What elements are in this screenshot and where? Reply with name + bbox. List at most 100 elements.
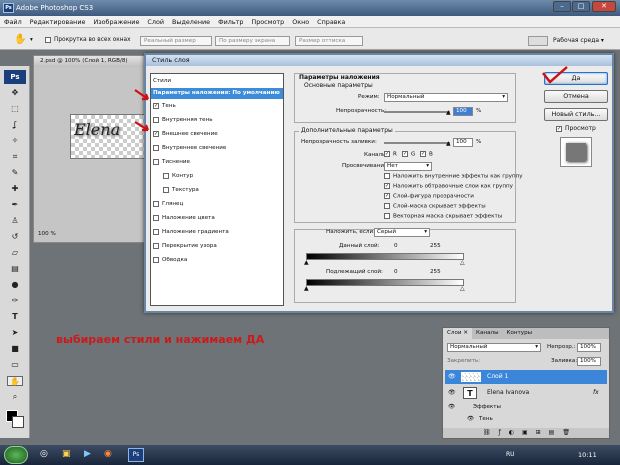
background-color-swatch[interactable] bbox=[12, 416, 24, 428]
tool-preset-arrow-icon[interactable]: ▾ bbox=[30, 37, 33, 43]
style-outer-glow[interactable]: ✓ Внешнее свечение bbox=[153, 129, 281, 140]
type-tool-icon[interactable]: T bbox=[7, 312, 23, 322]
preview-checkbox[interactable]: ✓ bbox=[556, 125, 562, 132]
zoom-level[interactable]: 100 % bbox=[38, 231, 56, 237]
zoom-tool-icon[interactable]: ⌕ bbox=[7, 392, 23, 402]
pen-tool-icon[interactable]: ✑ bbox=[7, 296, 23, 306]
document-tab[interactable]: 2.psd @ 100% (Слой 1, RGB/8) bbox=[34, 56, 145, 67]
close-button[interactable]: ✕ bbox=[592, 1, 616, 12]
magic-wand-tool-icon[interactable]: ✧ bbox=[7, 136, 23, 146]
style-gradient-overlay[interactable]: Наложение градиента bbox=[153, 227, 281, 238]
opacity-input[interactable]: 100 bbox=[453, 107, 473, 116]
option-blend-interior[interactable]: Наложить внутренние эффекты как группу bbox=[384, 173, 523, 180]
satin-checkbox[interactable] bbox=[153, 200, 159, 207]
workspace-icon[interactable] bbox=[528, 36, 548, 46]
scroll-all-windows-option[interactable]: Прокрутка во всех окнах bbox=[45, 36, 131, 45]
eraser-tool-icon[interactable]: ▱ bbox=[7, 248, 23, 258]
fill-opacity-input[interactable]: 100 bbox=[453, 138, 473, 147]
eyedropper-tool-icon[interactable]: ✎ bbox=[7, 168, 23, 178]
quicklaunch-browser-icon[interactable]: ◉ bbox=[104, 449, 112, 459]
layer-row-layer1[interactable]: 👁 Слой 1 bbox=[445, 370, 607, 384]
hand-tool-active-icon[interactable]: ✋ bbox=[7, 376, 23, 386]
shape-tool-icon[interactable]: ■ bbox=[7, 344, 23, 354]
healing-tool-icon[interactable]: ✚ bbox=[7, 184, 23, 194]
clock[interactable]: 10:11 bbox=[578, 451, 597, 459]
layer-effects-row[interactable]: 👁 Эффекты bbox=[445, 402, 607, 412]
fx-icon[interactable]: fx bbox=[593, 386, 599, 400]
photoshop-taskbar-icon[interactable]: Ps bbox=[128, 448, 144, 462]
bevel-emboss-checkbox[interactable] bbox=[153, 158, 159, 165]
slider-left-thumb-icon[interactable]: ▲ bbox=[304, 259, 309, 266]
stroke-checkbox[interactable] bbox=[153, 256, 159, 263]
fit-screen-button[interactable]: По размеру экрана bbox=[215, 36, 290, 46]
menu-help[interactable]: Справка bbox=[313, 16, 349, 28]
opacity-slider-thumb-icon[interactable]: ▲ bbox=[446, 109, 451, 116]
layer-opacity-input[interactable]: 100% bbox=[577, 343, 601, 352]
preview-option[interactable]: ✓ Просмотр bbox=[556, 125, 596, 132]
crop-tool-icon[interactable]: ⌗ bbox=[7, 152, 23, 162]
minimize-button[interactable]: – bbox=[553, 1, 571, 12]
maximize-button[interactable]: □ bbox=[572, 1, 590, 12]
notes-tool-icon[interactable]: ▭ bbox=[7, 360, 23, 370]
channel-r-checkbox[interactable]: ✓ bbox=[384, 151, 390, 157]
option-layer-mask-hides[interactable]: Слой-маска скрывает эффекты bbox=[384, 203, 486, 210]
lasso-tool-icon[interactable]: ʆ bbox=[7, 120, 23, 130]
quicklaunch-folder-icon[interactable]: ▣ bbox=[62, 449, 71, 459]
menu-edit[interactable]: Редактирование bbox=[26, 16, 90, 28]
slider-left-thumb-icon[interactable]: ▲ bbox=[304, 285, 309, 292]
marquee-tool-icon[interactable]: ⬚ bbox=[7, 104, 23, 114]
menu-filter[interactable]: Фильтр bbox=[214, 16, 247, 28]
channel-b[interactable]: ✓ B bbox=[420, 151, 433, 158]
tab-channels[interactable]: Каналы bbox=[472, 328, 502, 339]
menu-file[interactable]: Файл bbox=[0, 16, 26, 28]
eye-icon[interactable]: 👁 bbox=[448, 370, 456, 384]
blend-mode-select[interactable]: Нормальный ▾ bbox=[384, 93, 508, 102]
knockout-select[interactable]: Нет ▾ bbox=[384, 162, 432, 171]
fill-slider-thumb-icon[interactable]: ▲ bbox=[446, 140, 451, 147]
this-layer-slider[interactable] bbox=[306, 253, 464, 260]
style-contour[interactable]: Контур bbox=[163, 171, 291, 182]
menu-view[interactable]: Просмотр bbox=[247, 16, 288, 28]
layer-fill-input[interactable]: 100% bbox=[577, 357, 601, 366]
new-style-button[interactable]: Новый стиль... bbox=[544, 108, 608, 121]
style-blending-options[interactable]: Параметры наложения: По умолчанию bbox=[151, 88, 283, 99]
move-tool-icon[interactable]: ✥ bbox=[7, 88, 23, 98]
dodge-tool-icon[interactable]: ● bbox=[7, 280, 23, 290]
color-overlay-checkbox[interactable] bbox=[153, 214, 159, 221]
layer-effect-shadow-row[interactable]: 👁 Тень bbox=[445, 414, 607, 424]
texture-checkbox[interactable] bbox=[163, 186, 169, 193]
quicklaunch-icon[interactable]: ◎ bbox=[40, 449, 48, 459]
quicklaunch-media-icon[interactable]: ▶ bbox=[84, 449, 91, 459]
channel-b-checkbox[interactable]: ✓ bbox=[420, 151, 426, 157]
path-selection-tool-icon[interactable]: ➤ bbox=[7, 328, 23, 338]
fill-opacity-slider[interactable] bbox=[384, 142, 450, 144]
layer-mask-hides-checkbox[interactable] bbox=[384, 203, 390, 209]
eye-icon[interactable]: 👁 bbox=[448, 402, 455, 412]
workspace-menu[interactable]: Рабочая среда ▾ bbox=[553, 37, 604, 44]
eye-icon[interactable]: 👁 bbox=[467, 414, 474, 424]
hand-tool-icon[interactable]: ✋ bbox=[14, 35, 26, 45]
vector-mask-hides-checkbox[interactable] bbox=[384, 213, 390, 219]
scroll-all-checkbox[interactable] bbox=[45, 36, 51, 43]
slider-right-thumb-icon[interactable]: △ bbox=[460, 259, 465, 266]
blend-clipped-checkbox[interactable]: ✓ bbox=[384, 183, 390, 189]
start-button[interactable] bbox=[4, 446, 28, 464]
language-indicator[interactable]: RU bbox=[506, 451, 515, 458]
option-transparency-shapes[interactable]: ✓ Слой-фигура прозрачности bbox=[384, 193, 474, 200]
actual-pixels-button[interactable]: Реальный размер bbox=[140, 36, 212, 46]
option-vector-mask-hides[interactable]: Векторная маска скрывает эффекты bbox=[384, 213, 502, 220]
cancel-button[interactable]: Отмена bbox=[544, 90, 608, 103]
menu-layer[interactable]: Слой bbox=[143, 16, 168, 28]
eye-icon[interactable]: 👁 bbox=[448, 386, 456, 400]
tab-layers[interactable]: Слои ✕ bbox=[443, 328, 473, 339]
underlying-layer-slider[interactable] bbox=[306, 279, 464, 286]
style-drop-shadow[interactable]: ✓ Тень bbox=[153, 101, 281, 112]
style-stroke[interactable]: Обводка bbox=[153, 255, 281, 266]
menu-select[interactable]: Выделение bbox=[168, 16, 214, 28]
transparency-shapes-checkbox[interactable]: ✓ bbox=[384, 193, 390, 199]
print-size-button[interactable]: Размер оттиска bbox=[295, 36, 363, 46]
channel-r[interactable]: ✓ R bbox=[384, 151, 397, 158]
gradient-tool-icon[interactable]: ▤ bbox=[7, 264, 23, 274]
layers-footer-icons[interactable]: ⛓ƒ◐▣⊞▤🗑 bbox=[443, 428, 609, 438]
layer-blend-mode-select[interactable]: Нормальный ▾ bbox=[447, 343, 541, 352]
